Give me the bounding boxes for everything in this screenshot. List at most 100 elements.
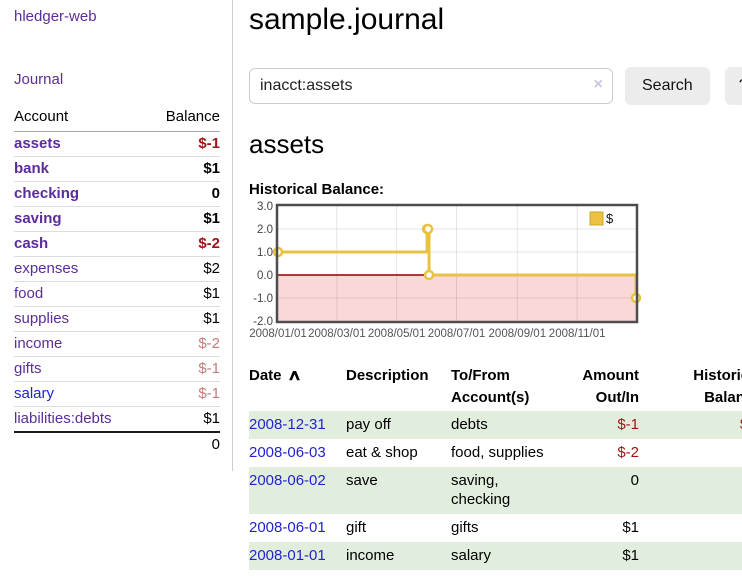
sidebar-account-row: liabilities:debts $1 [14,407,220,433]
register-date-cell: 2008-06-01 [249,514,346,542]
sidebar-account-balance: $1 [146,282,220,307]
balance-column-header: Balance [146,104,220,132]
sort-ascending-icon: ∧ [287,365,302,387]
sidebar-total-row: 0 [14,432,220,457]
historical-balance-chart: $3.02.01.00.0-1.0-2.02008/01/012008/03/0… [249,204,742,350]
svg-text:3.0: 3.0 [257,201,273,213]
sidebar-account-balance: $1 [146,407,220,433]
sidebar-item-journal[interactable]: Journal [14,71,63,88]
sidebar-account-row: gifts$-1 [14,357,220,382]
sidebar-account-row: income $-2 [14,332,220,357]
register-date-cell: 2008-06-03 [249,439,346,467]
sidebar-account-row: food $1 [14,282,220,307]
sidebar-account-balance: $-1 [146,382,220,407]
register-row: 2008-01-01incomesalary$1$1 [249,542,742,570]
sidebar-account-link-checking[interactable]: checking [14,185,79,202]
sidebar-account-balance: $1 [146,207,220,232]
sidebar-account-link-food[interactable]: food [14,285,43,302]
svg-text:-1.0: -1.0 [253,293,273,305]
sidebar-account-row: assets $-1 [14,132,220,157]
description-column-header: Description [346,363,451,411]
page: hledger-web Journal Account Balance asse… [0,0,742,570]
register-date-link[interactable]: 2008-06-03 [249,444,326,461]
date-column-header[interactable]: Date∧ [249,363,346,411]
sidebar-account-balance: $-1 [146,132,220,157]
register-accounts-cell: saving, checking [451,467,563,514]
register-description-cell: save [346,467,451,514]
sidebar-account-link-bank[interactable]: bank [14,160,49,177]
sidebar-account-link-expenses[interactable]: expenses [14,260,78,277]
amount-column-header: Amount Out/In [563,363,647,411]
sidebar-account-balance: $-2 [146,332,220,357]
account-column-header: Account [14,104,146,132]
register-description-cell: gift [346,514,451,542]
svg-text:2008/05/01: 2008/05/01 [368,328,426,340]
register-balance-cell: $-1 [647,411,742,439]
svg-text:2.0: 2.0 [257,224,273,236]
sidebar-account-row: salary $-1 [14,382,220,407]
clear-search-icon[interactable]: × [594,76,603,94]
register-amount-cell: $1 [563,542,647,570]
sidebar-account-row: checking 0 [14,182,220,207]
register-table-body: 2008-12-31pay offdebts$-1$-12008-06-03ea… [249,411,742,570]
sidebar-account-link-assets[interactable]: assets [14,135,61,152]
register-date-link[interactable]: 2008-06-02 [249,472,326,489]
search-form: × Search ? [249,67,742,105]
sidebar-account-row: saving $1 [14,207,220,232]
svg-text:2008/03/01: 2008/03/01 [308,328,366,340]
sidebar-account-row: cash $-2 [14,232,220,257]
register-amount-cell: $1 [563,514,647,542]
help-button[interactable]: ? [725,67,742,105]
sidebar-account-link-cash[interactable]: cash [14,235,48,252]
svg-text:2008/11/01: 2008/11/01 [549,328,606,340]
sidebar-account-row: expenses $2 [14,257,220,282]
sidebar-account-link-liabilities-debts[interactable]: liabilities:debts [14,410,112,427]
svg-text:2008/09/01: 2008/09/01 [489,328,547,340]
main-content: sample.journal × Search ? assets Histori… [233,0,742,570]
register-accounts-cell: debts [451,411,563,439]
svg-text:2008/01/01: 2008/01/01 [249,328,307,340]
register-row: 2008-06-02savesaving, checking0$2 [249,467,742,514]
sidebar-account-balance: 0 [146,182,220,207]
sidebar-account-balance: $2 [146,257,220,282]
chart-label: Historical Balance: [249,181,742,198]
sidebar-account-balance: $1 [146,157,220,182]
search-button[interactable]: Search [625,67,710,105]
register-table-header: Date∧ Description To/From Account(s) Amo… [249,363,742,411]
register-date-link[interactable]: 2008-06-01 [249,519,326,536]
register-balance-cell: 0 [647,439,742,467]
register-date-cell: 2008-12-31 [249,411,346,439]
sidebar-account-link-saving[interactable]: saving [14,210,62,227]
register-date-link[interactable]: 2008-12-31 [249,416,326,433]
sidebar-account-row: bank $1 [14,157,220,182]
accounts-column-header: To/From Account(s) [451,363,563,411]
sidebar-account-link-salary[interactable]: salary [14,385,54,402]
sidebar-account-row: supplies$1 [14,307,220,332]
page-title: sample.journal [249,3,742,37]
register-amount-cell: $-1 [563,411,647,439]
register-row: 2008-06-03eat & shopfood, supplies$-20 [249,439,742,467]
accounts-table: Account Balance assets $-1 bank $1 checking 0… [14,104,220,457]
sidebar-account-link-gifts[interactable]: gifts [14,360,42,377]
app-title-link[interactable]: hledger-web [14,8,97,25]
sidebar-account-link-supplies[interactable]: supplies [14,310,69,327]
register-row: 2008-06-01giftgifts$1$2 [249,514,742,542]
register-description-cell: eat & shop [346,439,451,467]
register-accounts-cell: salary [451,542,563,570]
svg-text:0.0: 0.0 [257,270,273,282]
svg-text:-2.0: -2.0 [253,316,273,328]
accounts-table-header: Account Balance [14,104,220,132]
register-date-link[interactable]: 2008-01-01 [249,547,326,564]
register-date-cell: 2008-01-01 [249,542,346,570]
sidebar-account-link-income[interactable]: income [14,335,62,352]
register-table: Date∧ Description To/From Account(s) Amo… [249,363,742,570]
register-balance-cell: $2 [647,467,742,514]
accounts-table-body: assets$-1bank$1checking0saving$1cash$-2e… [14,132,220,458]
svg-text:$: $ [606,211,614,226]
register-accounts-cell: gifts [451,514,563,542]
search-input[interactable] [249,68,613,104]
sidebar-account-balance: $-2 [146,232,220,257]
register-amount-cell: $-2 [563,439,647,467]
account-heading: assets [249,129,742,160]
register-description-cell: income [346,542,451,570]
